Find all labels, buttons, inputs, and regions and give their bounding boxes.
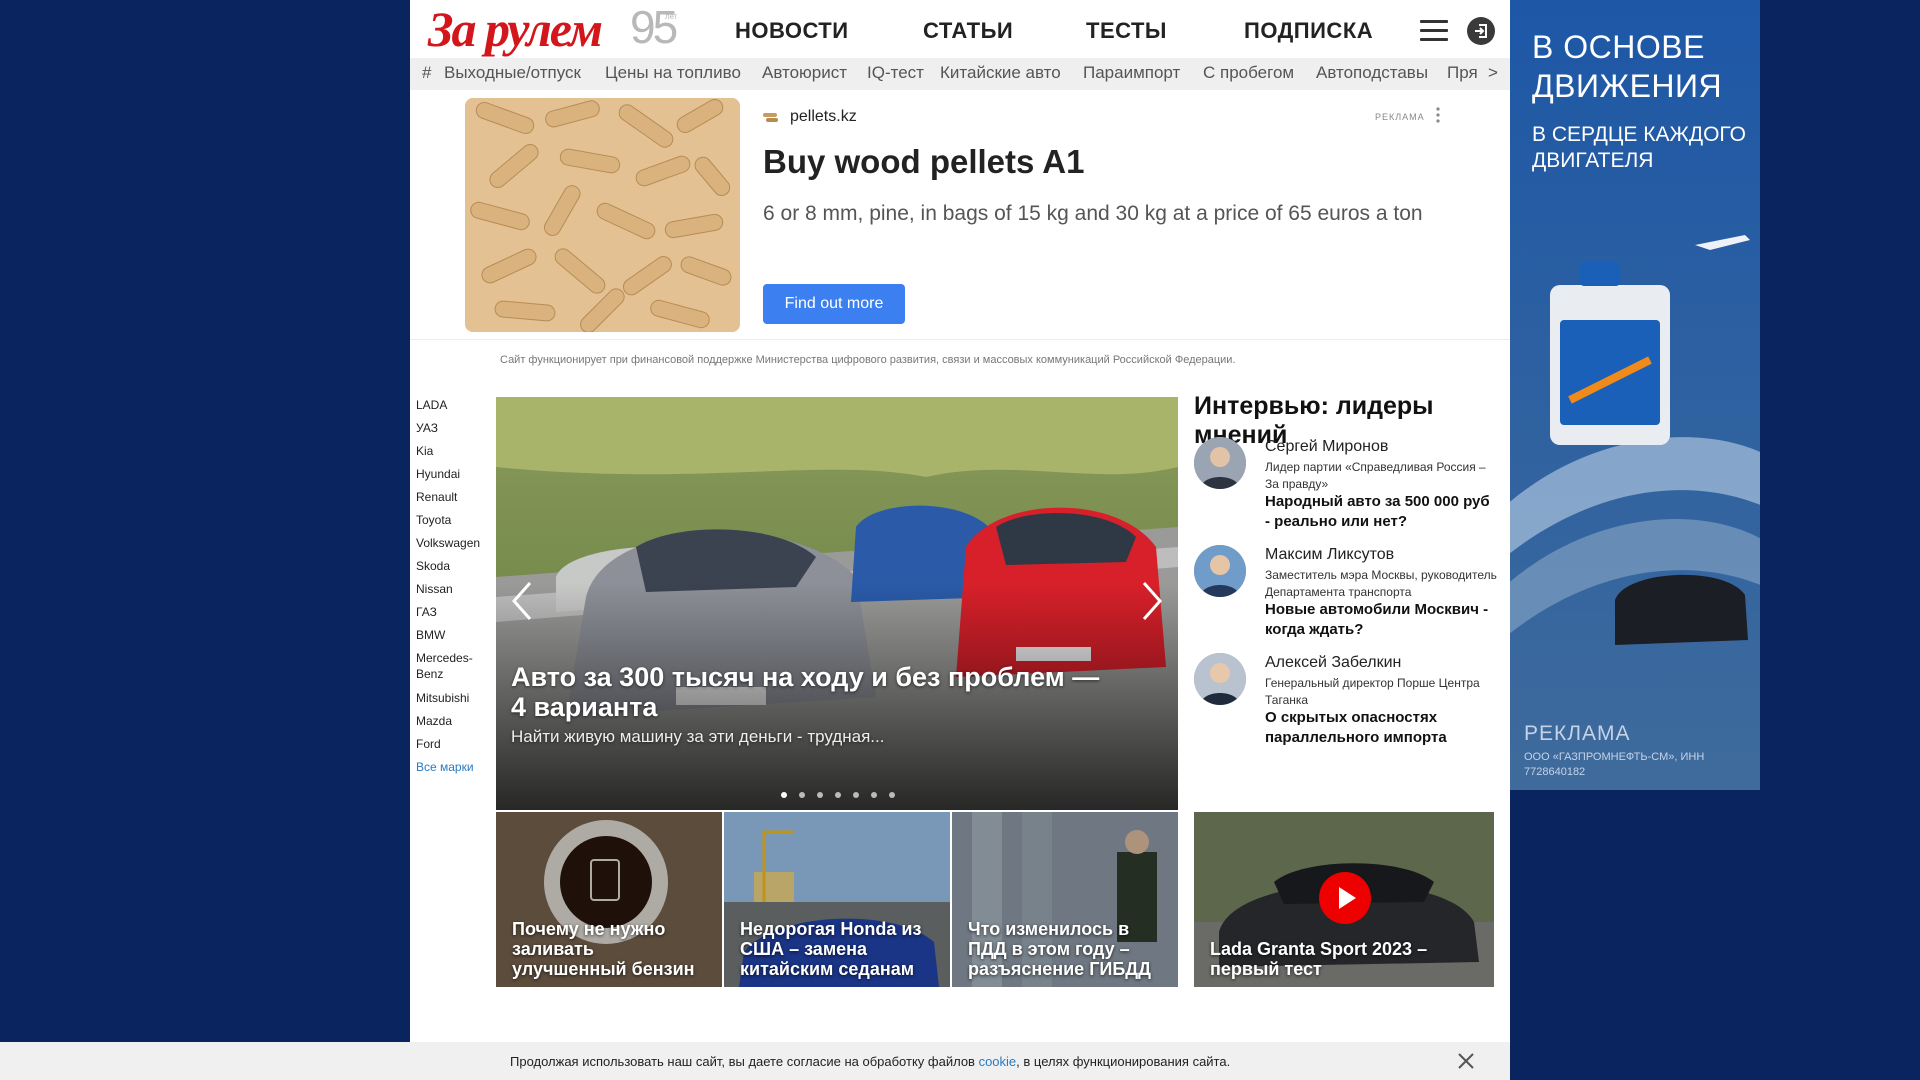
slider-subtitle: Найти живую машину за эти деньги - трудн… [511, 727, 885, 746]
tag-item[interactable]: С пробегом [1203, 63, 1294, 83]
tags-hash: # [422, 63, 432, 82]
avatar[interactable] [1194, 545, 1246, 597]
tag-item[interactable]: Выходные/отпуск [444, 63, 581, 83]
brand-link[interactable]: Skoda [416, 558, 450, 574]
tags-next-arrow-icon[interactable]: > [1488, 63, 1498, 83]
article-tile-title: Недорогая Honda из США – замена китайски… [740, 919, 922, 979]
cookie-link[interactable]: cookie [979, 1054, 1017, 1069]
interview-person-name[interactable]: Максим Ликсутов [1265, 546, 1394, 564]
interview-person-role: Лидер партии «Справедливая Россия – За п… [1265, 460, 1486, 491]
banner-ad-label: РЕКЛАМА [1524, 722, 1631, 745]
hero-slider-image [496, 397, 1178, 810]
ad-description: 6 or 8 mm, pine, in bags of 15 kg and 30… [763, 202, 1423, 225]
tags-bar: # Выходные/отпуск Цены на топливо Автоюр… [410, 58, 1510, 90]
brand-link[interactable]: LADA [416, 397, 447, 413]
slider-dot[interactable] [799, 792, 805, 798]
tag-item[interactable]: Цены на топливо [605, 63, 741, 83]
article-tile[interactable]: Недорогая Honda из США – замена китайски… [724, 812, 950, 987]
ad-more-options-icon[interactable] [1435, 106, 1441, 124]
logo-anniversary-suffix: лет [665, 12, 678, 21]
tag-item[interactable]: IQ-тест [867, 63, 924, 83]
interview-person-name[interactable]: Сергей Миронов [1265, 438, 1388, 456]
avatar[interactable] [1194, 437, 1246, 489]
brand-link[interactable]: Mercedes-Benz [416, 650, 478, 682]
brand-link[interactable]: Renault [416, 489, 457, 505]
slider-dot[interactable] [817, 792, 823, 798]
slider-dot[interactable] [835, 792, 841, 798]
ad-label: РЕКЛАМА [1375, 112, 1425, 122]
site-logo[interactable]: За рулем [428, 4, 603, 54]
hero-slider[interactable]: Авто за 300 тысяч на ходу и без проблем … [496, 397, 1178, 810]
slider-dot[interactable] [853, 792, 859, 798]
slider-dot[interactable] [781, 792, 787, 798]
cookie-banner-left [0, 1042, 410, 1080]
slider-next-arrow-icon[interactable] [1140, 580, 1164, 622]
interview-title[interactable]: Новые автомобили Москвич - когда ждать? [1265, 600, 1497, 640]
ad-title[interactable]: Buy wood pellets A1 [763, 143, 1085, 181]
close-icon[interactable] [1457, 1052, 1475, 1070]
nav-articles[interactable]: СТАТЬИ [923, 18, 1013, 44]
ad-find-out-more-button[interactable]: Find out more [763, 284, 905, 324]
brand-link[interactable]: Mitsubishi [416, 690, 469, 706]
banner-subline: В СЕРДЦЕ КАЖДОГО ДВИГАТЕЛЯ [1532, 123, 1746, 172]
tag-item[interactable]: Пря [1447, 63, 1482, 83]
interview-person-role: Заместитель мэра Москвы, руководитель Де… [1265, 568, 1497, 599]
article-tile-title: Почему не нужно заливать улучшенный бенз… [512, 919, 695, 979]
tag-item[interactable]: Автоюрист [762, 63, 847, 83]
brand-link[interactable]: Hyundai [416, 466, 460, 482]
slider-title[interactable]: Авто за 300 тысяч на ходу и без проблем … [511, 662, 1111, 722]
article-tile-title: Что изменилось в ПДД в этом году – разъя… [968, 919, 1151, 979]
article-tile[interactable]: Что изменилось в ПДД в этом году – разъя… [952, 812, 1178, 987]
slider-prev-arrow-icon[interactable] [510, 580, 534, 622]
cookie-banner: Продолжая использовать наш сайт, вы дает… [410, 1042, 1510, 1080]
banner-headline: В ОСНОВЕ ДВИЖЕНИЯ [1532, 29, 1723, 104]
ad-domain[interactable]: pellets.kz [790, 108, 857, 126]
interview-title[interactable]: Народный авто за 500 000 руб - реально и… [1265, 492, 1497, 532]
slider-dot[interactable] [889, 792, 895, 798]
nav-subscription[interactable]: ПОДПИСКА [1244, 18, 1373, 44]
interview-person-name[interactable]: Алексей Забелкин [1265, 654, 1401, 672]
tag-item[interactable]: Китайские авто [940, 63, 1061, 83]
video-tile[interactable]: Lada Granta Sport 2023 – первый тест [1194, 812, 1494, 987]
ad-favicon-icon [763, 110, 779, 122]
login-icon[interactable] [1467, 17, 1495, 45]
banner-advertiser-info: ООО «ГАЗПРОМНЕФТЬ-СМ», ИНН 7728640182 [1524, 751, 1705, 778]
avatar[interactable] [1194, 653, 1246, 705]
nav-news[interactable]: НОВОСТИ [735, 18, 849, 44]
side-ad-image [1510, 0, 1760, 790]
ad-divider [410, 339, 1510, 340]
brand-link[interactable]: Toyota [416, 512, 451, 528]
interview-person-role: Генеральный директор Порше Центра Таганк… [1265, 676, 1480, 707]
brand-link[interactable]: Mazda [416, 713, 452, 729]
brand-link[interactable]: Kia [416, 443, 433, 459]
brand-link[interactable]: Ford [416, 736, 441, 752]
brand-link[interactable]: Nissan [416, 581, 453, 597]
page-content: За рулем 95 лет НОВОСТИ СТАТЬИ ТЕСТЫ ПОД… [410, 0, 1510, 1080]
logo-anniversary-number: 95 [630, 1, 678, 53]
site-header: За рулем 95 лет НОВОСТИ СТАТЬИ ТЕСТЫ ПОД… [410, 0, 1510, 58]
cookie-text: Продолжая использовать наш сайт, вы дает… [510, 1054, 1231, 1069]
ad-image-pellets[interactable] [465, 98, 740, 332]
brand-link[interactable]: УАЗ [416, 420, 438, 436]
slider-dot[interactable] [871, 792, 877, 798]
article-tile[interactable]: Почему не нужно заливать улучшенный бенз… [496, 812, 722, 987]
funding-notice: Сайт функционирует при финансовой поддер… [500, 354, 1236, 366]
nav-tests[interactable]: ТЕСТЫ [1086, 18, 1167, 44]
brand-link[interactable]: ГАЗ [416, 604, 437, 620]
brand-link[interactable]: BMW [416, 627, 445, 643]
brand-link[interactable]: Volkswagen [416, 535, 480, 551]
tag-item[interactable]: Автоподставы [1316, 63, 1428, 83]
interview-title[interactable]: О скрытых опасностях параллельного импор… [1265, 708, 1497, 748]
video-tile-title: Lada Granta Sport 2023 – первый тест [1210, 939, 1428, 979]
hamburger-menu-icon[interactable] [1420, 20, 1448, 42]
play-video-icon[interactable] [1319, 872, 1371, 924]
side-ad-banner[interactable]: В ОСНОВЕ ДВИЖЕНИЯ В СЕРДЦЕ КАЖДОГО ДВИГА… [1510, 0, 1760, 790]
tag-item[interactable]: Параимпорт [1083, 63, 1180, 83]
all-brands-link[interactable]: Все марки [416, 759, 474, 775]
